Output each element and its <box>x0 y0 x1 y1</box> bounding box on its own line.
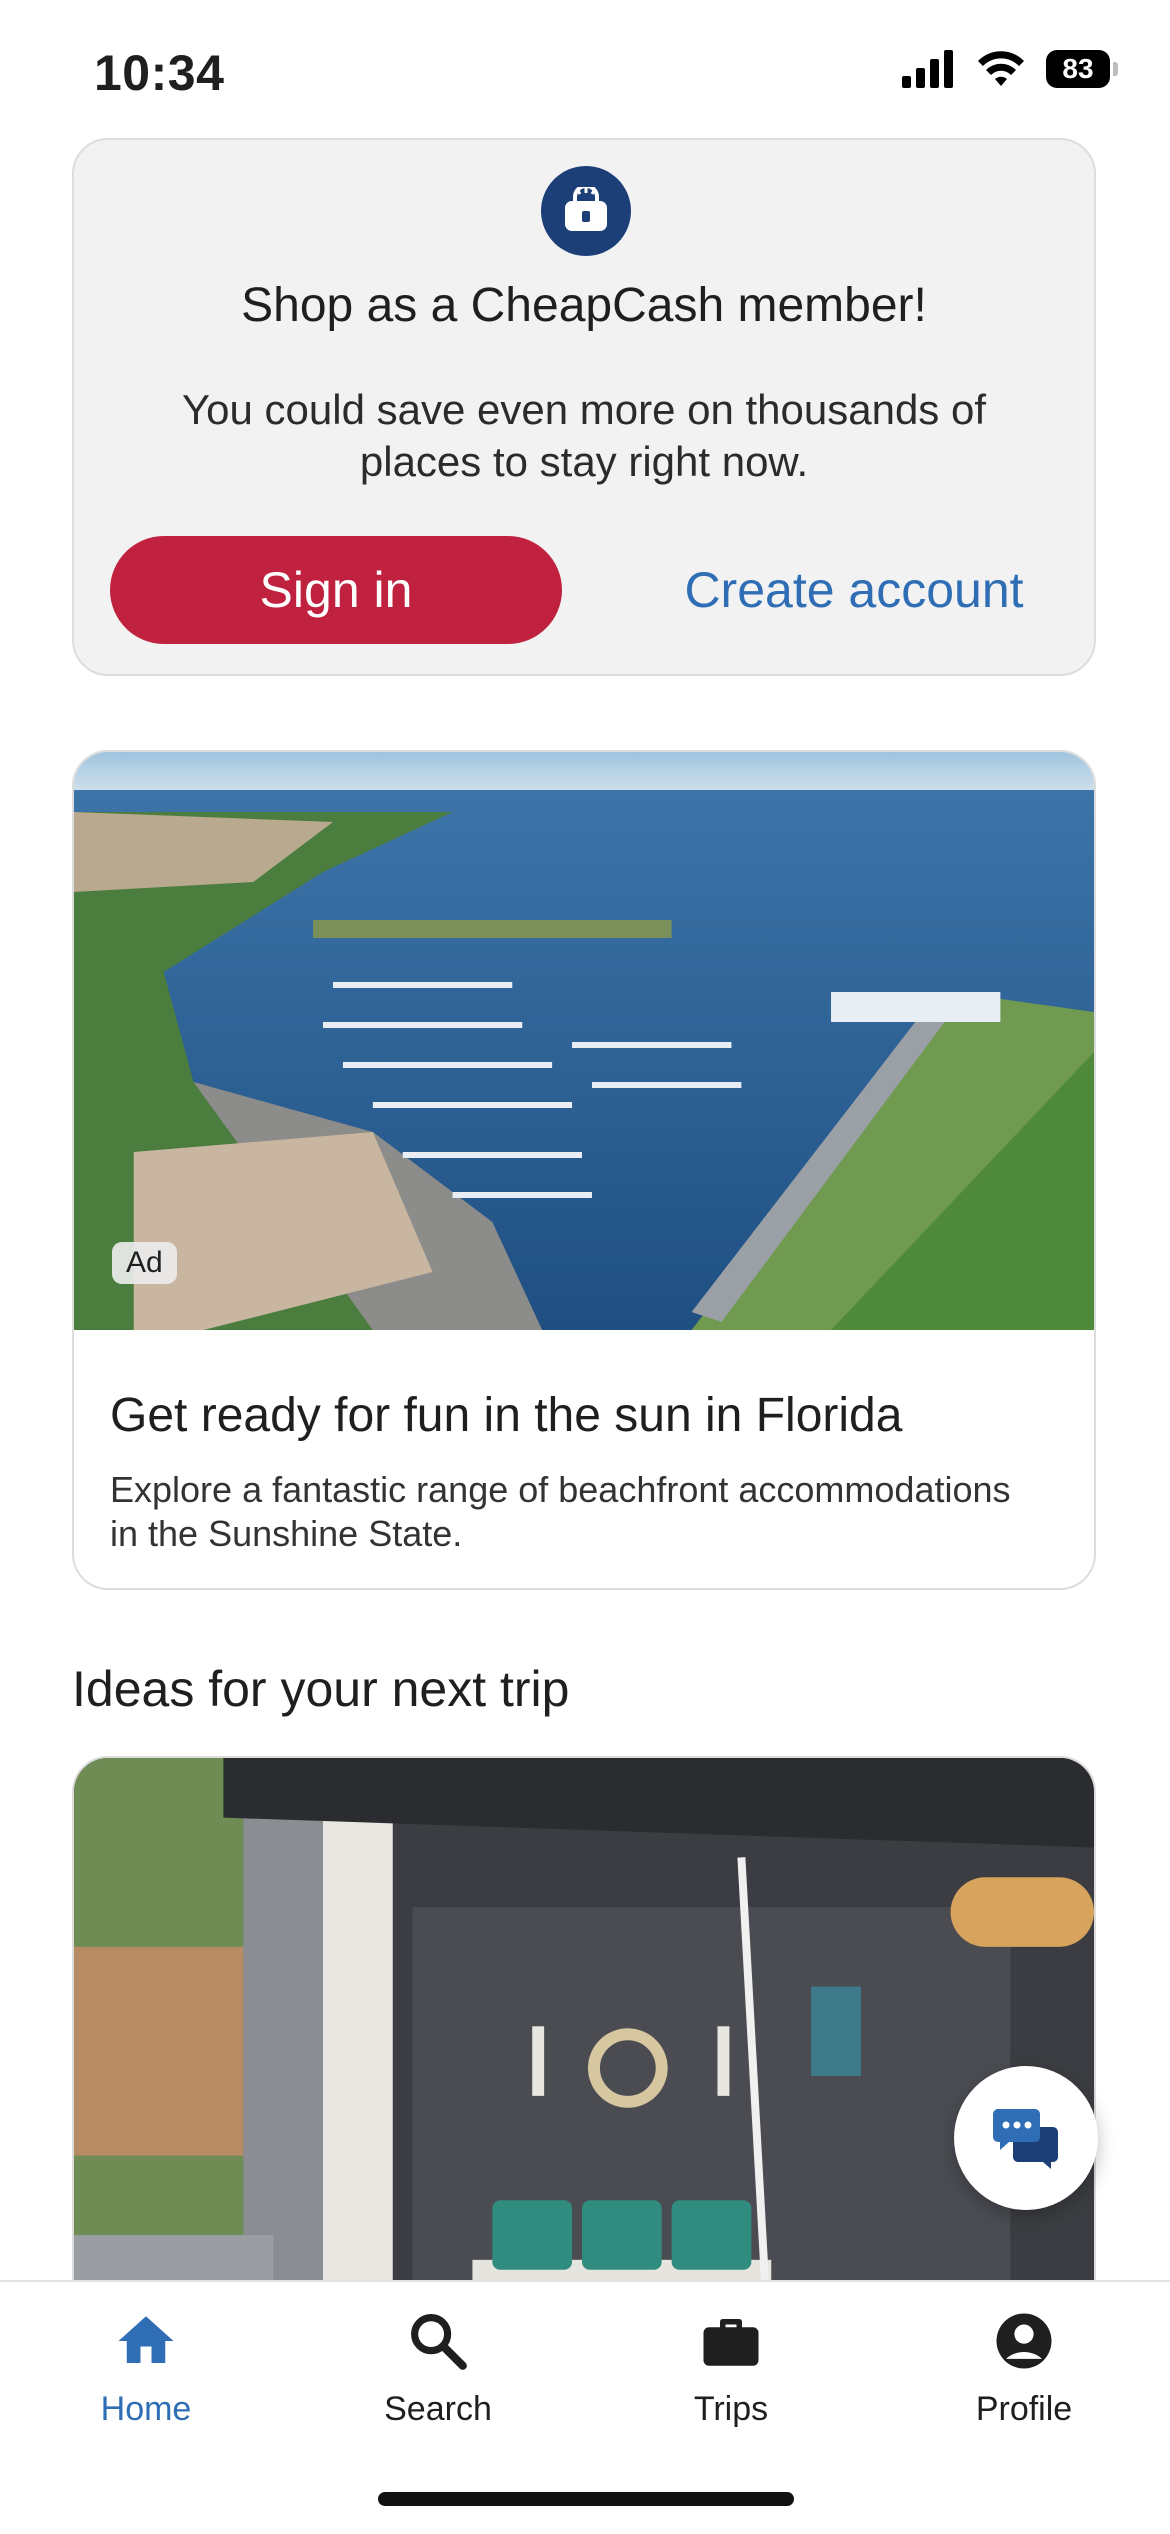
search-icon <box>411 2314 467 2370</box>
member-badge-icon <box>541 166 631 256</box>
section-title: Ideas for your next trip <box>72 1661 570 1717</box>
florida-ad-card[interactable]: Ad Get ready for fun in the sun in Flori… <box>72 750 1096 1590</box>
sign-in-button[interactable]: Sign in <box>110 536 562 644</box>
briefcase-icon <box>703 2319 759 2366</box>
battery-indicator: 83 <box>1046 50 1118 88</box>
nav-trips-label: Trips <box>693 2390 769 2428</box>
marina-aerial-image <box>74 752 1094 1330</box>
profile-icon <box>996 2313 1052 2369</box>
ad-description: Explore a fantastic range of beachfront … <box>110 1469 1011 1554</box>
nav-profile-label: Profile <box>975 2390 1073 2428</box>
chat-bubbles-icon <box>993 2109 1058 2169</box>
chat-support-button[interactable] <box>954 2066 1098 2210</box>
nav-home-label: Home <box>100 2390 192 2428</box>
battery-level: 83 <box>1062 53 1094 84</box>
status-time: 10:34 <box>94 45 225 101</box>
nav-search[interactable]: Search <box>338 2308 538 2429</box>
wifi-icon <box>978 51 1024 86</box>
status-icons: 83 <box>902 50 1118 88</box>
home-indicator <box>378 2492 794 2506</box>
nav-profile[interactable]: Profile <box>924 2308 1124 2429</box>
nav-home[interactable]: Home <box>46 2308 246 2429</box>
member-title: Shop as a CheapCash member! <box>241 279 927 332</box>
member-description: You could save even more on thousands of… <box>181 386 986 485</box>
create-account-link[interactable]: Create account <box>634 536 1074 644</box>
nav-search-label: Search <box>384 2390 492 2428</box>
status-bar: 10:34 83 <box>0 0 1170 140</box>
ad-badge: Ad <box>112 1242 177 1284</box>
nav-trips[interactable]: Trips <box>631 2308 831 2429</box>
member-promo-card: Shop as a CheapCash member! You could sa… <box>72 138 1096 676</box>
home-icon <box>118 2316 174 2363</box>
cellular-signal-icon <box>902 50 953 88</box>
ad-title: Get ready for fun in the sun in Florida <box>110 1389 903 1442</box>
